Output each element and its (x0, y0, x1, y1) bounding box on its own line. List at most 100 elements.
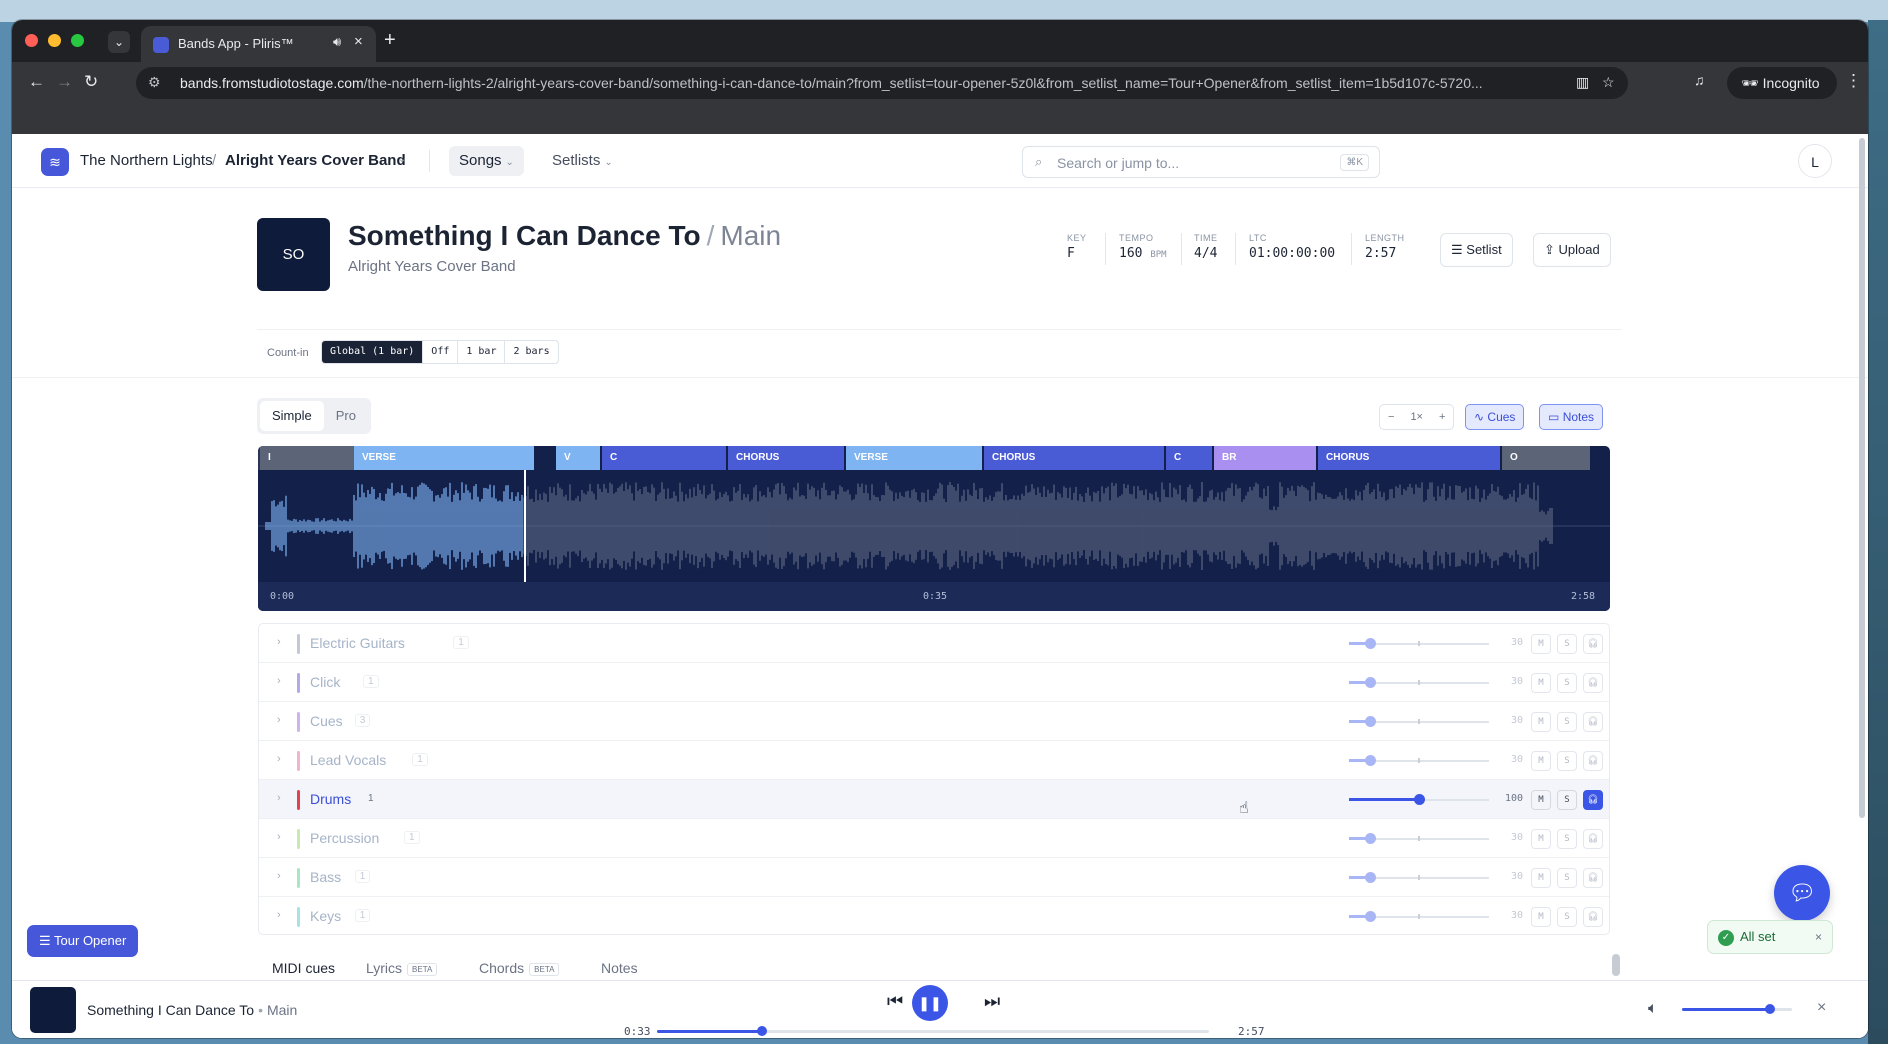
track-volume-knob[interactable] (1365, 872, 1376, 883)
expand-chevron-icon[interactable]: › (277, 636, 281, 648)
org-breadcrumb[interactable]: The Northern Lights (80, 152, 213, 169)
bookmark-star-icon[interactable]: ☆ (1602, 74, 1615, 91)
solo-button[interactable]: S (1557, 634, 1577, 654)
section-marker-chorus[interactable]: CHORUS (984, 446, 1164, 470)
track-row-drums[interactable]: › Drums 1 100 M S 🎧︎ (259, 780, 1609, 819)
reload-icon[interactable]: ↻ (84, 72, 98, 92)
section-marker-i[interactable]: I (260, 446, 354, 470)
section-marker-verse[interactable]: VERSE (354, 446, 534, 470)
section-marker-v[interactable]: V (556, 446, 600, 470)
new-tab-icon[interactable]: + (384, 29, 396, 52)
close-player-icon[interactable]: × (1817, 999, 1826, 1017)
speaker-icon[interactable]: 🔊︎ (333, 34, 341, 50)
address-bar[interactable]: ⚙ bands.fromstudiotostage.com/the-northe… (136, 67, 1628, 99)
track-row-percussion[interactable]: › Percussion 1 30 M S 🎧︎ (259, 819, 1609, 858)
media-controls-icon[interactable]: ♫ (1694, 72, 1705, 88)
track-row-keys[interactable]: › Keys 1 30 M S 🎧︎ (259, 897, 1609, 934)
browser-menu-icon[interactable]: ⋮ (1845, 71, 1862, 91)
next-track-icon[interactable]: ⏭︎ (984, 991, 1000, 1012)
headphones-icon[interactable]: 🎧︎ (1583, 907, 1603, 927)
headphones-icon[interactable]: 🎧︎ (1583, 829, 1603, 849)
solo-button[interactable]: S (1557, 790, 1577, 810)
tab-notes[interactable]: Notes (601, 960, 638, 976)
headphones-icon[interactable]: 🎧︎ (1583, 712, 1603, 732)
panel-scrollbar[interactable] (1612, 954, 1620, 976)
count-in-option-1-bar[interactable]: 1 bar (458, 341, 506, 363)
mode-simple[interactable]: Simple (260, 401, 324, 431)
zoom-out-button[interactable]: − (1380, 405, 1402, 429)
track-volume-knob[interactable] (1365, 911, 1376, 922)
solo-button[interactable]: S (1557, 907, 1577, 927)
track-volume-knob[interactable] (1414, 794, 1425, 805)
previous-track-icon[interactable]: ⏮︎ (887, 991, 903, 1012)
count-in-option-2-bars[interactable]: 2 bars (505, 341, 557, 363)
track-row-lead-vocals[interactable]: › Lead Vocals 1 30 M S 🎧︎ (259, 741, 1609, 780)
track-row-cues[interactable]: › Cues 3 30 M S 🎧︎ (259, 702, 1609, 741)
headphones-icon[interactable]: 🎧︎ (1583, 634, 1603, 654)
minimize-window-button[interactable] (48, 34, 61, 47)
reading-mode-icon[interactable]: ▥ (1576, 74, 1589, 91)
section-marker-c[interactable]: C (602, 446, 726, 470)
mute-button[interactable]: M (1531, 673, 1551, 693)
tab-chords[interactable]: Chords BETA (479, 960, 560, 976)
player-progress-knob[interactable] (757, 1026, 767, 1036)
tab-search-chevron-icon[interactable]: ⌄ (108, 31, 130, 53)
upload-button[interactable]: ⇪ Upload (1533, 233, 1611, 267)
mute-button[interactable]: M (1531, 907, 1551, 927)
track-volume-knob[interactable] (1365, 755, 1376, 766)
band-breadcrumb[interactable]: Alright Years Cover Band (225, 152, 406, 169)
forward-icon[interactable]: → (56, 72, 73, 92)
headphones-icon[interactable]: 🎧︎ (1583, 751, 1603, 771)
mute-button[interactable]: M (1531, 634, 1551, 654)
track-row-bass[interactable]: › Bass 1 30 M S 🎧︎ (259, 858, 1609, 897)
track-volume-knob[interactable] (1365, 638, 1376, 649)
volume-icon[interactable]: 🔈︎ (1648, 1000, 1658, 1018)
incognito-indicator[interactable]: 🕶︎ Incognito (1727, 67, 1837, 99)
headphones-icon[interactable]: 🎧︎ (1583, 790, 1603, 810)
site-info-icon[interactable]: ⚙ (148, 74, 161, 91)
mute-button[interactable]: M (1531, 751, 1551, 771)
track-volume-knob[interactable] (1365, 716, 1376, 727)
search-input[interactable]: ⌕ Search or jump to... ⌘K (1022, 146, 1380, 178)
headphones-icon[interactable]: 🎧︎ (1583, 868, 1603, 888)
expand-chevron-icon[interactable]: › (277, 831, 281, 843)
close-window-button[interactable] (25, 34, 38, 47)
notes-toggle-button[interactable]: ▭ Notes (1539, 404, 1604, 430)
tab-midi-cues[interactable]: MIDI cues (272, 960, 335, 976)
page-scrollbar[interactable] (1859, 138, 1865, 818)
expand-chevron-icon[interactable]: › (277, 714, 281, 726)
app-logo-icon[interactable]: ≋ (41, 148, 69, 176)
headphones-icon[interactable]: 🎧︎ (1583, 673, 1603, 693)
count-in-option-global[interactable]: Global (1 bar) (322, 341, 424, 363)
mode-pro[interactable]: Pro (324, 401, 368, 431)
waveform-graphic[interactable] (258, 470, 1610, 582)
volume-knob[interactable] (1765, 1004, 1775, 1014)
mute-button[interactable]: M (1531, 790, 1551, 810)
zoom-in-button[interactable]: + (1431, 405, 1453, 429)
band-chevron-down-icon[interactable]: ⌄ (398, 154, 406, 165)
chat-icon[interactable]: 💬︎ (1774, 865, 1830, 921)
close-tab-icon[interactable]: × (354, 33, 363, 50)
track-row-electric-guitars[interactable]: › Electric Guitars 1 30 M S 🎧︎ (259, 624, 1609, 663)
section-marker-chorus[interactable]: CHORUS (1318, 446, 1500, 470)
cues-toggle-button[interactable]: ∿ Cues (1465, 404, 1525, 430)
url-text[interactable]: bands.fromstudiotostage.com/the-northern… (180, 75, 1600, 91)
track-volume-knob[interactable] (1365, 677, 1376, 688)
section-marker-c[interactable]: C (1166, 446, 1212, 470)
mute-button[interactable]: M (1531, 829, 1551, 849)
section-marker-chorus[interactable]: CHORUS (728, 446, 844, 470)
nav-setlists[interactable]: Setlists ⌄ (542, 146, 623, 176)
mute-button[interactable]: M (1531, 712, 1551, 732)
solo-button[interactable]: S (1557, 712, 1577, 732)
maximize-window-button[interactable] (71, 34, 84, 47)
tab-lyrics[interactable]: Lyrics BETA (366, 960, 438, 976)
solo-button[interactable]: S (1557, 829, 1577, 849)
back-icon[interactable]: ← (28, 72, 45, 92)
browser-tab[interactable]: Bands App - Pliris™ 🔊︎ × (141, 26, 376, 62)
section-marker-verse[interactable]: VERSE (846, 446, 982, 470)
solo-button[interactable]: S (1557, 673, 1577, 693)
solo-button[interactable]: S (1557, 868, 1577, 888)
playhead[interactable] (524, 470, 526, 582)
mute-button[interactable]: M (1531, 868, 1551, 888)
expand-chevron-icon[interactable]: › (277, 909, 281, 921)
